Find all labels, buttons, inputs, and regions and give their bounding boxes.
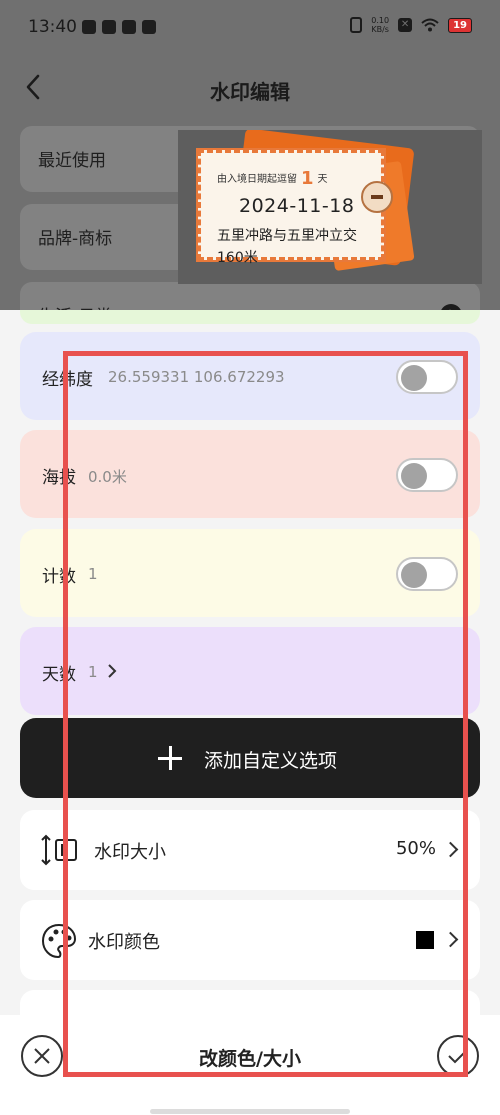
toggle-knob xyxy=(401,365,427,391)
page-title: 水印编辑 xyxy=(210,80,290,104)
tiktok-icon xyxy=(102,20,116,34)
message-icon xyxy=(142,20,156,34)
network-speed: 0.10 KB/s xyxy=(371,16,390,34)
app-notification-icon xyxy=(122,20,136,34)
status-time: 13:40 xyxy=(28,17,77,37)
watermark-location: 五里冲路与五里冲立交 xyxy=(217,228,357,244)
watermark-date: 2024-11-18 xyxy=(239,195,355,217)
app-notification-icon xyxy=(82,20,96,34)
option-label: 海拔 xyxy=(42,468,76,488)
category-peek xyxy=(20,310,480,324)
setting-label: 水印大小 xyxy=(94,842,166,863)
watermark-size-setting[interactable]: 水印大小 50% xyxy=(20,810,480,890)
option-label: 天数 xyxy=(42,665,76,685)
watermark-card: 由入境日期起逗留 1 天 2024-11-18 五里冲路与五里冲立交 160米 xyxy=(196,148,393,266)
home-indicator xyxy=(150,1109,350,1114)
plus-icon xyxy=(158,746,182,770)
size-value: 50% xyxy=(395,838,436,859)
entry-prefix: 由入境日期起逗留 xyxy=(217,174,297,185)
add-custom-option-button[interactable]: 添加自定义选项 xyxy=(20,718,480,798)
category-label: 品牌-商标 xyxy=(38,229,113,249)
toggle-knob xyxy=(401,463,427,489)
entry-suffix: 天 xyxy=(317,174,328,185)
option-days[interactable]: 天数 1 xyxy=(20,627,480,715)
toggle-knob xyxy=(401,562,427,588)
option-value: 26.559331 106.672293 xyxy=(108,368,285,386)
category-life[interactable]: 生活-日常 xyxy=(20,282,480,310)
header: 水印编辑 xyxy=(0,64,500,112)
vibrate-icon xyxy=(350,17,363,33)
option-altitude[interactable]: 海拔 0.0米 xyxy=(20,430,480,518)
option-coordinates[interactable]: 经纬度 26.559331 106.672293 xyxy=(20,332,480,420)
sheet-title: 改颜色/大小 xyxy=(199,1048,301,1070)
resize-icon xyxy=(41,834,77,866)
coordinates-toggle[interactable] xyxy=(396,360,458,394)
setting-label: 水印颜色 xyxy=(88,932,160,953)
check-icon xyxy=(448,1049,468,1064)
count-toggle[interactable] xyxy=(396,557,458,591)
watermark-altitude: 160米 xyxy=(217,250,258,266)
sim-icon: ✕ xyxy=(398,18,413,32)
entry-duration: 由入境日期起逗留 1 天 xyxy=(217,168,328,189)
bottom-action-bar: 改颜色/大小 xyxy=(0,1015,500,1115)
status-icons: 0.10 KB/s ✕ 19 xyxy=(350,16,472,34)
chevron-right-icon xyxy=(108,664,117,678)
watermark-color-setting[interactable]: 水印颜色 xyxy=(20,900,480,980)
status-bar: 13:40 0.10 KB/s ✕ 19 xyxy=(0,0,500,58)
wifi-icon xyxy=(421,18,439,32)
option-label: 经纬度 xyxy=(42,370,93,390)
option-label: 计数 xyxy=(42,567,76,587)
edit-sheet: 经纬度 26.559331 106.672293 海拔 0.0米 计数 1 天数… xyxy=(0,310,500,1115)
category-label: 生活-日常 xyxy=(38,302,112,310)
option-value: 1 xyxy=(88,565,98,583)
color-swatch xyxy=(416,931,434,949)
battery-indicator: 19 xyxy=(448,17,472,33)
entry-days: 1 xyxy=(301,168,314,189)
background-overlay: 13:40 0.10 KB/s ✕ 19 水印编辑 最近使用 品牌-商标 由入境… xyxy=(0,0,500,310)
notification-icons xyxy=(82,20,156,34)
confirm-button[interactable] xyxy=(437,1035,479,1077)
palette-icon xyxy=(41,923,77,959)
watermark-preview: 由入境日期起逗留 1 天 2024-11-18 五里冲路与五里冲立交 160米 xyxy=(178,130,482,284)
add-custom-option-label: 添加自定义选项 xyxy=(204,750,338,772)
option-count[interactable]: 计数 1 xyxy=(20,529,480,617)
option-value: 0.0米 xyxy=(88,468,127,486)
postmark-stamp-icon xyxy=(361,181,393,213)
altitude-toggle[interactable] xyxy=(396,458,458,492)
chevron-right-icon xyxy=(442,931,459,948)
category-label: 最近使用 xyxy=(38,151,106,171)
chevron-right-icon xyxy=(442,841,459,858)
option-value: 1 xyxy=(88,663,98,681)
